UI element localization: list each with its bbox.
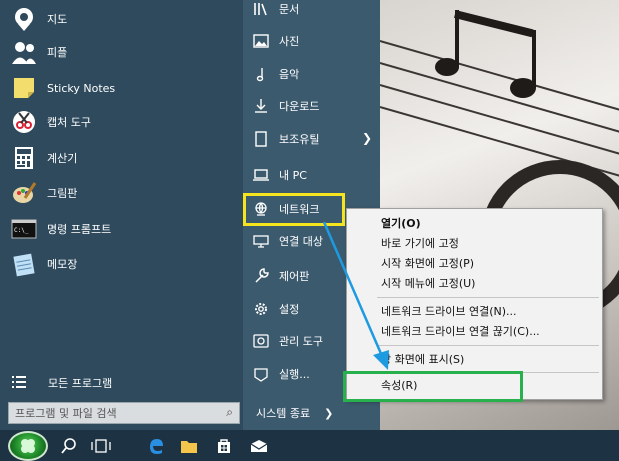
app-label: 그림판 — [47, 187, 78, 200]
staff-line — [380, 40, 619, 114]
place-label: 설정 — [279, 303, 300, 316]
menu-separator — [377, 297, 599, 298]
app-label: Sticky Notes — [47, 81, 116, 95]
place-label: 제어판 — [279, 270, 310, 283]
app-item-paint[interactable]: 그림판 — [0, 176, 243, 210]
search-icon[interactable]: ⌕ — [226, 405, 233, 420]
settings-gear-icon — [251, 299, 271, 319]
place-label: 내 PC — [279, 169, 307, 182]
app-item-maps[interactable]: 지도 — [0, 2, 243, 36]
place-label: 문서 — [279, 3, 300, 16]
place-item-pictures[interactable]: 사진 — [247, 26, 380, 56]
task-view-icon[interactable] — [88, 433, 114, 459]
place-label: 음악 — [279, 68, 300, 81]
menu-item-pin-start-screen[interactable]: 시작 화면에 고정(P) — [347, 253, 602, 273]
admin-tools-icon — [251, 331, 271, 351]
app-label: 메모장 — [47, 258, 78, 271]
connect-to-icon — [251, 231, 271, 251]
app-item-notepad[interactable]: 메모장 — [0, 247, 243, 281]
search-placeholder: 프로그램 및 파일 검색 — [15, 407, 117, 420]
all-programs-label: 모든 프로그램 — [48, 377, 113, 390]
place-item-documents[interactable]: 문서 — [247, 0, 380, 24]
mail-icon[interactable] — [246, 433, 272, 459]
shutdown-button[interactable]: 시스템 종료 ❯ — [250, 402, 380, 424]
computer-icon — [251, 165, 271, 185]
download-icon — [251, 96, 271, 116]
menu-item-pin-start-menu[interactable]: 시작 메뉴에 고정(U) — [347, 273, 602, 293]
app-label: 계산기 — [47, 152, 78, 165]
scissors-icon — [10, 108, 38, 136]
store-icon[interactable] — [211, 433, 237, 459]
app-item-sticky-notes[interactable]: Sticky Notes — [0, 71, 243, 105]
app-item-snipping-tool[interactable]: 캡처 도구 — [0, 105, 243, 139]
network-highlight-box — [243, 193, 345, 226]
map-pin-icon — [10, 5, 38, 33]
chevron-right-icon[interactable]: ❯ — [362, 131, 372, 145]
notepad-icon — [10, 250, 38, 278]
run-icon — [251, 364, 271, 384]
place-label: 연결 대상 — [279, 235, 323, 248]
accessories-icon — [251, 129, 271, 149]
search-icon[interactable] — [56, 433, 82, 459]
place-item-music[interactable]: 음악 — [247, 59, 380, 89]
control-panel-icon — [251, 266, 271, 286]
music-note-icon — [251, 64, 271, 84]
menu-item-map-network-drive[interactable]: 네트워크 드라이브 연결(N)... — [347, 301, 602, 321]
app-item-people[interactable]: 피플 — [0, 35, 243, 69]
place-item-this-pc[interactable]: 내 PC — [247, 160, 380, 190]
menu-item-open[interactable]: 열기(O) — [347, 213, 602, 233]
place-label: 사진 — [279, 35, 300, 48]
app-label: 피플 — [47, 46, 68, 59]
music-note-stem — [532, 30, 536, 88]
place-label: 다운로드 — [279, 100, 320, 113]
menu-item-pin-quick-access[interactable]: 바로 가기에 고정 — [347, 233, 602, 253]
menu-separator — [377, 345, 599, 346]
place-item-downloads[interactable]: 다운로드 — [247, 91, 380, 121]
clover-icon — [21, 439, 35, 453]
properties-highlight-box — [343, 371, 523, 402]
music-beam — [454, 10, 534, 38]
all-programs-button[interactable]: 모든 프로그램 — [0, 371, 243, 395]
app-item-calculator[interactable]: 계산기 — [0, 141, 243, 175]
app-item-command-prompt[interactable]: C:\_ 명령 프롬프트 — [0, 212, 243, 246]
start-button[interactable] — [8, 431, 48, 461]
sticky-note-icon — [10, 74, 38, 102]
command-prompt-icon: C:\_ — [10, 215, 38, 243]
list-icon — [12, 375, 28, 391]
menu-item-disconnect-network-drive[interactable]: 네트워크 드라이브 연결 끊기(C)... — [347, 321, 602, 341]
documents-icon — [251, 0, 271, 19]
paint-palette-icon — [10, 179, 38, 207]
chevron-right-icon[interactable]: ❯ — [324, 407, 333, 420]
app-label: 지도 — [47, 13, 68, 26]
place-label: 관리 도구 — [279, 335, 323, 348]
app-label: 캡처 도구 — [47, 116, 91, 129]
people-icon — [10, 38, 38, 66]
pictures-icon — [251, 31, 271, 51]
place-item-accessories[interactable]: 보조유틸 ❯ — [247, 124, 380, 154]
calculator-icon — [10, 144, 38, 172]
file-explorer-icon[interactable] — [176, 433, 202, 459]
taskbar — [0, 430, 619, 461]
svg-text:C:\_: C:\_ — [14, 227, 29, 234]
place-label: 보조유틸 — [279, 133, 320, 146]
edge-browser-icon[interactable] — [143, 433, 169, 459]
search-input[interactable]: 프로그램 및 파일 검색 ⌕ — [8, 402, 240, 424]
shutdown-label: 시스템 종료 — [256, 407, 311, 420]
app-label: 명령 프롬프트 — [47, 223, 112, 236]
place-label: 실행... — [279, 368, 310, 381]
menu-item-show-on-desktop[interactable]: 탕 화면에 표시(S) — [347, 349, 602, 369]
